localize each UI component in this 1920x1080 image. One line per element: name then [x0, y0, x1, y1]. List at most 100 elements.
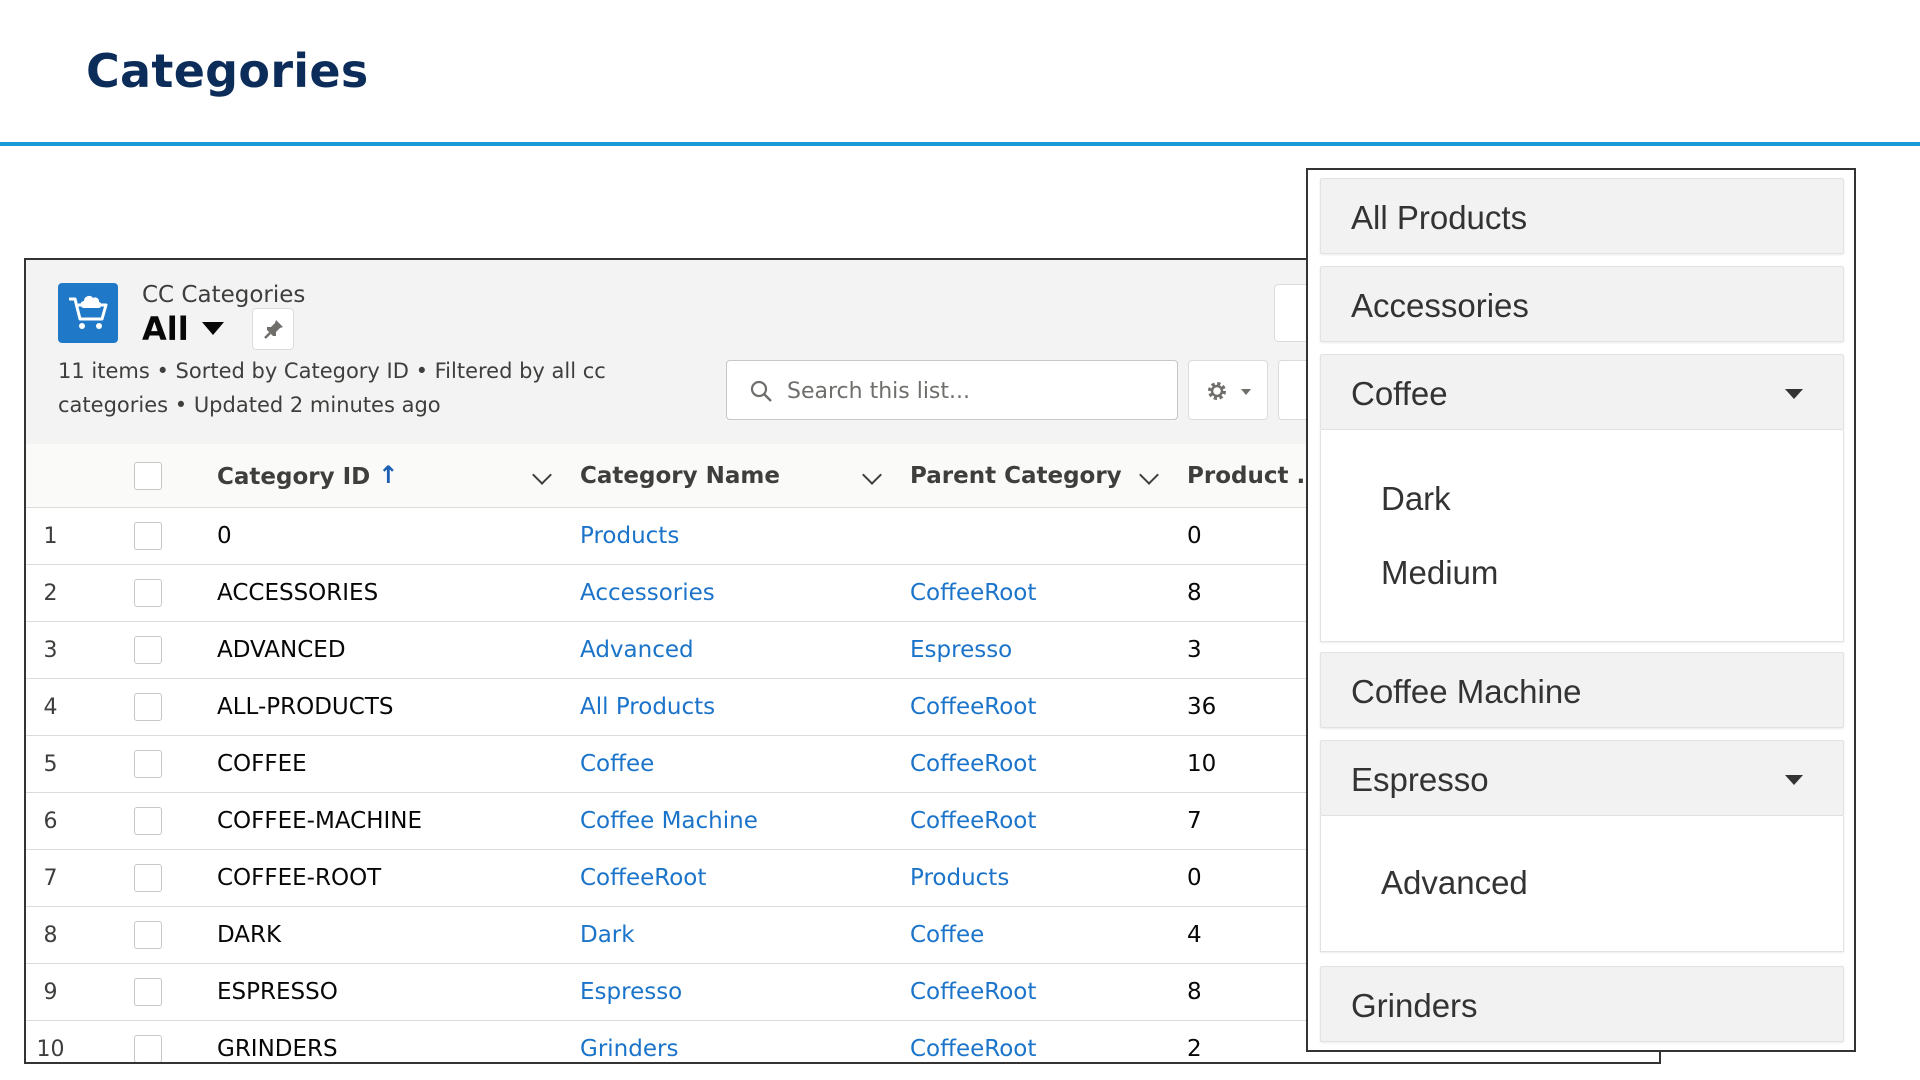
parent-category-link[interactable]: Products	[910, 865, 1009, 891]
row-checkbox[interactable]	[134, 693, 162, 721]
row-checkbox[interactable]	[134, 579, 162, 607]
parent-category-link[interactable]: Coffee	[910, 922, 984, 948]
row-number: 10	[26, 1020, 131, 1062]
select-all-header	[131, 444, 217, 508]
menu-item-label: Coffee Machine	[1351, 673, 1582, 710]
category-name-cell: Grinders	[580, 1020, 910, 1062]
row-checkbox[interactable]	[134, 807, 162, 835]
row-number-text: 7	[43, 865, 58, 891]
row-select-cell	[131, 792, 217, 850]
column-header-parent-category[interactable]: Parent Category	[910, 444, 1187, 508]
parent-category-link[interactable]: CoffeeRoot	[910, 751, 1036, 777]
row-number-text: 5	[43, 751, 58, 777]
chevron-down-icon	[1241, 389, 1251, 395]
category-name-link[interactable]: Coffee Machine	[580, 808, 758, 834]
row-checkbox[interactable]	[134, 921, 162, 949]
row-number-text: 10	[36, 1036, 65, 1062]
table-row[interactable]: 3 ADVANCED Advanced Espresso 3	[26, 621, 1446, 679]
row-checkbox[interactable]	[134, 750, 162, 778]
category-name-link[interactable]: CoffeeRoot	[580, 865, 706, 891]
table-row[interactable]: 8 DARK Dark Coffee 4	[26, 906, 1446, 964]
category-name-link[interactable]: Espresso	[580, 979, 682, 1005]
parent-category-cell: Coffee	[910, 906, 1187, 964]
list-info: 11 items • Sorted by Category ID • Filte…	[58, 354, 618, 422]
column-header-category-name[interactable]: Category Name	[580, 444, 910, 508]
pin-button[interactable]	[252, 308, 294, 350]
parent-category-cell: Espresso	[910, 621, 1187, 679]
search-list-box[interactable]	[726, 360, 1178, 420]
parent-category-link[interactable]: CoffeeRoot	[910, 694, 1036, 720]
category-name-cell: Products	[580, 507, 910, 565]
row-checkbox[interactable]	[134, 522, 162, 550]
submenu-item-medium[interactable]: Medium	[1381, 554, 1498, 592]
search-input[interactable]	[785, 373, 1169, 409]
parent-category-cell: CoffeeRoot	[910, 963, 1187, 1021]
chevron-down-icon[interactable]	[1139, 465, 1159, 485]
select-all-checkbox[interactable]	[134, 461, 162, 490]
table-body: 1 0 Products 0 2 ACCESSORIES Accessories Coffee…	[26, 507, 1446, 1062]
caret-down-icon[interactable]	[1785, 775, 1803, 785]
caret-down-icon[interactable]	[1785, 389, 1803, 399]
row-select-cell	[131, 507, 217, 565]
pin-icon	[264, 320, 283, 339]
category-id-cell: GRINDERS	[217, 1020, 580, 1062]
row-number: 4	[26, 678, 131, 736]
submenu-item-advanced[interactable]: Advanced	[1381, 864, 1528, 902]
column-label: Product ...	[1187, 462, 1323, 489]
category-name-link[interactable]: Accessories	[580, 580, 715, 606]
list-view-selector[interactable]: All	[142, 310, 189, 348]
row-checkbox[interactable]	[134, 864, 162, 892]
list-settings-button[interactable]	[1188, 360, 1268, 420]
row-checkbox[interactable]	[134, 1035, 162, 1062]
row-checkbox[interactable]	[134, 636, 162, 664]
category-id-cell: ALL-PRODUCTS	[217, 678, 580, 736]
parent-category-link[interactable]: CoffeeRoot	[910, 1036, 1036, 1062]
table-row[interactable]: 5 COFFEE Coffee CoffeeRoot 10	[26, 735, 1446, 793]
parent-category-link[interactable]: Espresso	[910, 637, 1012, 663]
table-row[interactable]: 4 ALL-PRODUCTS All Products CoffeeRoot 36	[26, 678, 1446, 736]
column-label: Category ID	[217, 463, 371, 490]
column-header-category-id[interactable]: Category ID ↑	[217, 444, 580, 508]
parent-category-link[interactable]: CoffeeRoot	[910, 979, 1036, 1005]
object-name: CC Categories	[142, 282, 306, 308]
menu-item-coffee[interactable]: Coffee	[1320, 354, 1844, 430]
menu-item-grinders[interactable]: Grinders	[1320, 966, 1844, 1042]
table-row[interactable]: 10 GRINDERS Grinders CoffeeRoot 2	[26, 1020, 1446, 1062]
row-number: 8	[26, 906, 131, 964]
parent-category-link[interactable]: CoffeeRoot	[910, 808, 1036, 834]
category-name-cell: Espresso	[580, 963, 910, 1021]
table-header-row: Category ID ↑ Category Name Parent Catego…	[26, 444, 1446, 508]
table-row[interactable]: 9 ESPRESSO Espresso CoffeeRoot 8	[26, 963, 1446, 1021]
category-name-cell: Accessories	[580, 564, 910, 622]
row-number-text: 4	[43, 694, 58, 720]
category-name-link[interactable]: Advanced	[580, 637, 694, 663]
row-number-header	[26, 444, 131, 508]
submenu-item-dark[interactable]: Dark	[1381, 480, 1451, 518]
parent-category-link[interactable]: CoffeeRoot	[910, 580, 1036, 606]
chevron-down-icon[interactable]	[202, 322, 224, 335]
row-number-text: 6	[43, 808, 58, 834]
table-row[interactable]: 6 COFFEE-MACHINE Coffee Machine CoffeeRoot 7	[26, 792, 1446, 850]
parent-category-cell: Products	[910, 849, 1187, 907]
category-name-link[interactable]: Grinders	[580, 1036, 678, 1062]
table-row[interactable]: 2 ACCESSORIES Accessories CoffeeRoot 8	[26, 564, 1446, 622]
category-name-link[interactable]: Coffee	[580, 751, 654, 777]
menu-item-accessories[interactable]: Accessories	[1320, 266, 1844, 342]
table-row[interactable]: 7 COFFEE-ROOT CoffeeRoot Products 0	[26, 849, 1446, 907]
chevron-down-icon[interactable]	[532, 465, 552, 485]
category-id-cell: COFFEE-ROOT	[217, 849, 580, 907]
chevron-down-icon[interactable]	[862, 465, 882, 485]
row-number: 5	[26, 735, 131, 793]
menu-item-all-products[interactable]: All Products	[1320, 178, 1844, 254]
row-checkbox[interactable]	[134, 978, 162, 1006]
menu-item-coffee-machine[interactable]: Coffee Machine	[1320, 652, 1844, 728]
category-id-cell: 0	[217, 507, 580, 565]
category-name-link[interactable]: Products	[580, 523, 679, 549]
category-name-link[interactable]: All Products	[580, 694, 715, 720]
search-icon	[750, 380, 772, 402]
shopping-cart-icon	[58, 283, 118, 343]
list-info-line: 11 items • Sorted by Category ID • Filte…	[58, 359, 606, 383]
table-row[interactable]: 1 0 Products 0	[26, 507, 1446, 565]
category-name-link[interactable]: Dark	[580, 922, 635, 948]
menu-item-espresso[interactable]: Espresso	[1320, 740, 1844, 816]
